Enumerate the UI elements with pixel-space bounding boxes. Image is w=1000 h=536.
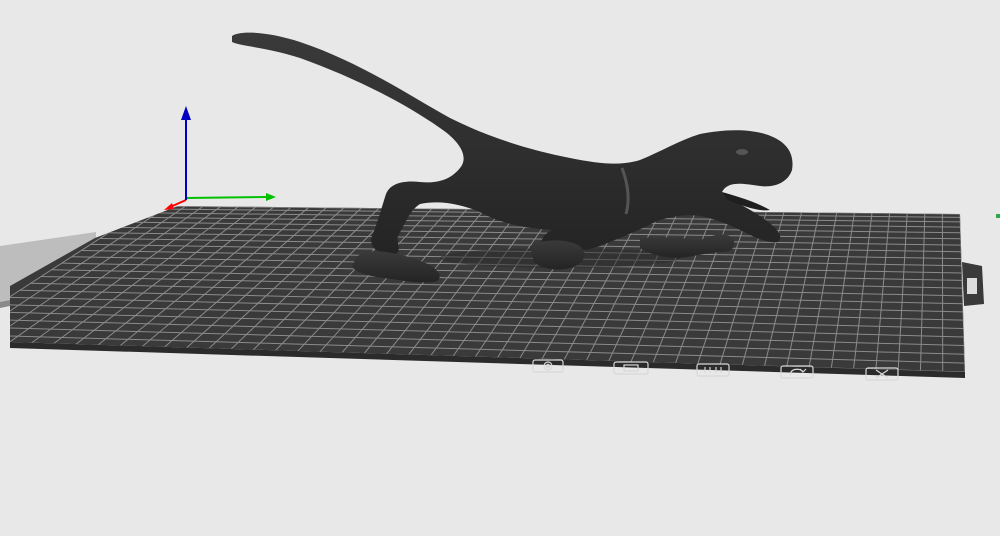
3d-viewport[interactable] [0,0,1000,536]
model-eye [736,149,748,155]
x-axis-arrow [266,193,276,201]
z-axis-arrow [181,106,191,120]
bed-clip-tab [962,262,984,306]
offscreen-marker [996,214,1000,218]
y-axis-arrow [164,203,174,210]
x-axis [185,196,269,199]
viewport-canvas [0,32,1000,381]
axes-gizmo [164,106,276,210]
